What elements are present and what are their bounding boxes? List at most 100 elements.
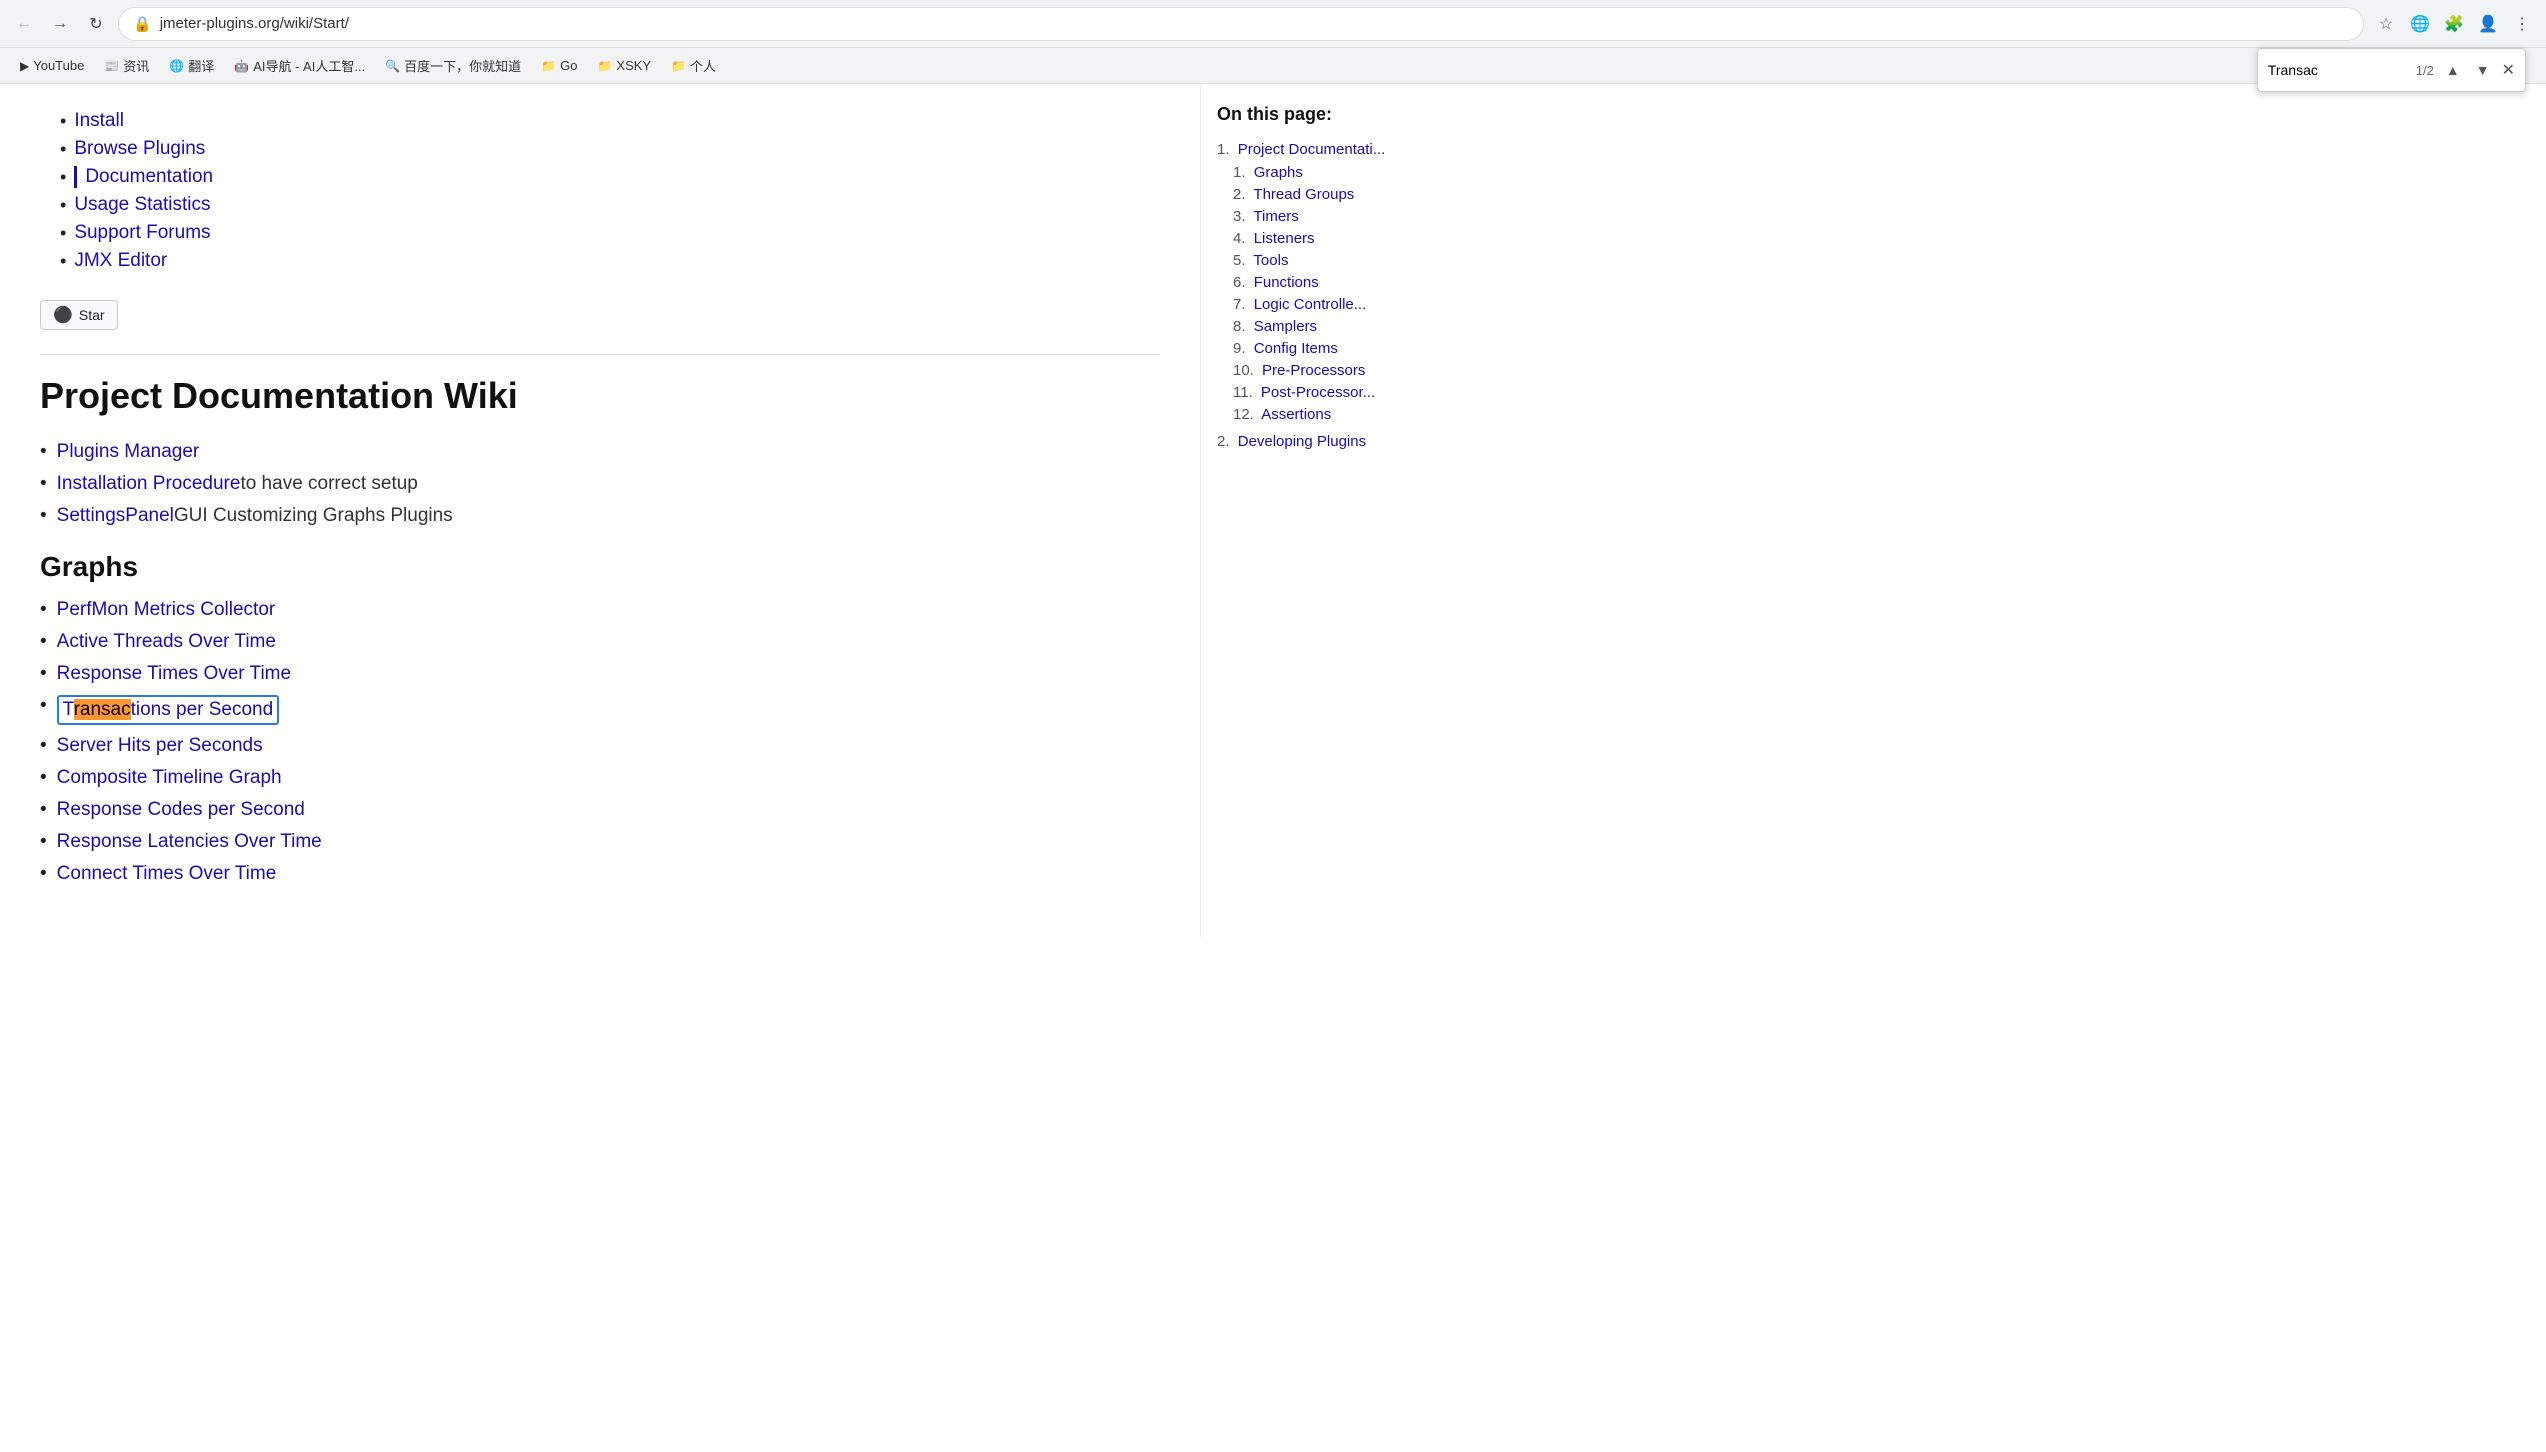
security-icon: 🔒 (133, 15, 152, 33)
find-prev-button[interactable]: ▲ (2442, 60, 2464, 80)
profile-icon[interactable]: 👤 (2474, 10, 2502, 38)
nav-item-jmx: JMX Editor (60, 250, 1160, 272)
link-perfmon[interactable]: PerfMon Metrics Collector (57, 599, 276, 621)
nav-link-jmx[interactable]: JMX Editor (74, 250, 167, 272)
link-transactions[interactable]: Transactions per Second (63, 699, 274, 720)
link-connect-times[interactable]: Connect Times Over Time (57, 863, 277, 885)
toc-sub-item-1-6: 6. Functions (1233, 274, 1444, 291)
bookmark-youtube[interactable]: ▶ YouTube (12, 56, 92, 75)
find-bar: 1/2 ▲ ▼ ✕ (2257, 48, 2526, 92)
intro-item-plugins-manager: Plugins Manager (40, 441, 1160, 463)
bookmark-ai[interactable]: 🤖 AI导航 - AI人工智... (226, 54, 373, 77)
sidebar: On this page: 1. Project Documentati... … (1200, 84, 1460, 937)
find-close-button[interactable]: ✕ (2502, 60, 2515, 80)
intro-item-installation: Installation Procedure to have correct s… (40, 473, 1160, 495)
star-label: Star (79, 307, 105, 323)
bookmark-star-icon[interactable]: ☆ (2372, 10, 2400, 38)
more-icon[interactable]: ⋮ (2508, 10, 2536, 38)
reload-button[interactable]: ↻ (82, 10, 110, 38)
sidebar-toc: 1. Project Documentati... 1. Graphs 2. T… (1217, 141, 1444, 450)
toc-link-assertions[interactable]: Assertions (1261, 406, 1331, 423)
top-nav-list: Install Browse Plugins Documentation Usa… (40, 110, 1160, 272)
folder-personal-icon: 📁 (671, 59, 686, 73)
link-plugins-manager[interactable]: Plugins Manager (57, 441, 200, 463)
toc-link-1[interactable]: Project Documentati... (1238, 141, 1386, 158)
bookmark-zixun[interactable]: 📰 资讯 (96, 54, 157, 77)
folder-go-icon: 📁 (541, 59, 556, 73)
installation-text: to have correct setup (240, 473, 417, 495)
link-response-codes[interactable]: Response Codes per Second (57, 799, 305, 821)
highlight-transac: ransac (74, 699, 131, 720)
intro-item-settings: SettingsPanel GUI Customizing Graphs Plu… (40, 505, 1160, 527)
toc-sub-item-1-7: 7. Logic Controlle... (1233, 296, 1444, 313)
github-star-button[interactable]: ⚫ Star (40, 300, 118, 330)
link-active-threads[interactable]: Active Threads Over Time (57, 631, 276, 653)
toc-sub-item-1-4: 4. Listeners (1233, 230, 1444, 247)
toc-sub-item-1-11: 11. Post-Processor... (1233, 384, 1444, 401)
toc-link-config-items[interactable]: Config Items (1254, 340, 1338, 357)
link-installation[interactable]: Installation Procedure (57, 473, 241, 495)
bookmark-go[interactable]: 📁 Go (533, 56, 585, 75)
bookmarks-bar: ▶ YouTube 📰 资讯 🌐 翻译 🤖 AI导航 - AI人工智... 🔍 … (0, 48, 2546, 84)
bookmark-label: 百度一下，你就知道 (404, 56, 521, 75)
toc-link-graphs[interactable]: Graphs (1254, 164, 1303, 181)
nav-item-forums: Support Forums (60, 222, 1160, 244)
find-input[interactable] (2268, 62, 2408, 78)
toolbar-icons: ☆ 🌐 🧩 👤 ⋮ (2372, 10, 2536, 38)
list-item-response-codes: Response Codes per Second (40, 799, 1160, 821)
toc-sub-item-1-9: 9. Config Items (1233, 340, 1444, 357)
bookmark-baidu[interactable]: 🔍 百度一下，你就知道 (377, 54, 529, 77)
back-button[interactable]: ← (10, 10, 38, 38)
bookmark-fanyi[interactable]: 🌐 翻译 (161, 54, 222, 77)
list-item-perfmon: PerfMon Metrics Collector (40, 599, 1160, 621)
forward-button[interactable]: → (46, 10, 74, 38)
url-text: jmeter-plugins.org/wiki/Start/ (160, 15, 349, 32)
transactions-focused-box: Transactions per Second (57, 695, 280, 725)
toc-item-2: 2. Developing Plugins (1217, 433, 1444, 450)
toc-sub-item-1-1: 1. Graphs (1233, 164, 1444, 181)
nav-link-documentation[interactable]: Documentation (74, 166, 213, 188)
nav-link-usage[interactable]: Usage Statistics (74, 194, 210, 216)
list-item-server-hits: Server Hits per Seconds (40, 735, 1160, 757)
bookmark-label: XSKY (616, 58, 651, 73)
toc-link-pre-processors[interactable]: Pre-Processors (1262, 362, 1365, 379)
graphs-heading: Graphs (40, 551, 1160, 583)
link-response-times[interactable]: Response Times Over Time (57, 663, 291, 685)
toc-link-tools[interactable]: Tools (1253, 252, 1288, 269)
toc-link-listeners[interactable]: Listeners (1254, 230, 1315, 247)
toc-link-functions[interactable]: Functions (1254, 274, 1319, 291)
toc-sub-item-1-8: 8. Samplers (1233, 318, 1444, 335)
extensions-icon[interactable]: 🧩 (2440, 10, 2468, 38)
nav-link-browse[interactable]: Browse Plugins (74, 138, 205, 160)
nav-item-documentation: Documentation (60, 166, 1160, 188)
intro-list: Plugins Manager Installation Procedure t… (40, 441, 1160, 527)
list-item-active-threads: Active Threads Over Time (40, 631, 1160, 653)
link-settings[interactable]: SettingsPanel (57, 505, 174, 527)
toc-link-thread-groups[interactable]: Thread Groups (1253, 186, 1354, 203)
nav-link-install[interactable]: Install (74, 110, 124, 132)
toc-link-post-processors[interactable]: Post-Processor... (1261, 384, 1375, 401)
translate-icon[interactable]: 🌐 (2406, 10, 2434, 38)
toc-sublist-1: 1. Graphs 2. Thread Groups 3. Timers 4. … (1217, 164, 1444, 423)
zixun-icon: 📰 (104, 59, 119, 73)
bookmark-xsky[interactable]: 📁 XSKY (589, 56, 659, 75)
nav-link-forums[interactable]: Support Forums (74, 222, 210, 244)
link-composite[interactable]: Composite Timeline Graph (57, 767, 282, 789)
page-container: Install Browse Plugins Documentation Usa… (0, 84, 2546, 937)
toc-sub-item-1-3: 3. Timers (1233, 208, 1444, 225)
toc-link-logic-controller[interactable]: Logic Controlle... (1254, 296, 1367, 313)
toc-link-samplers[interactable]: Samplers (1254, 318, 1317, 335)
bookmark-personal[interactable]: 📁 个人 (663, 54, 724, 77)
page-title: Project Documentation Wiki (40, 375, 1160, 417)
find-count: 1/2 (2416, 63, 2434, 78)
link-server-hits[interactable]: Server Hits per Seconds (57, 735, 263, 757)
address-bar[interactable]: 🔒 jmeter-plugins.org/wiki/Start/ (118, 7, 2364, 41)
find-next-button[interactable]: ▼ (2472, 60, 2494, 80)
youtube-icon: ▶ (20, 59, 29, 73)
nav-item-usage: Usage Statistics (60, 194, 1160, 216)
link-response-latencies[interactable]: Response Latencies Over Time (57, 831, 322, 853)
sidebar-title: On this page: (1217, 104, 1444, 125)
toc-link-developing[interactable]: Developing Plugins (1238, 433, 1366, 450)
toc-link-timers[interactable]: Timers (1253, 208, 1298, 225)
toc-item-1: 1. Project Documentati... 1. Graphs 2. T… (1217, 141, 1444, 423)
